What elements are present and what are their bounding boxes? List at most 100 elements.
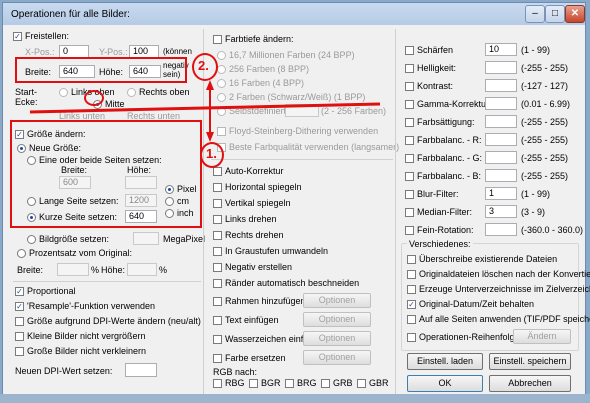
bildgroesse-radio[interactable] bbox=[27, 235, 36, 244]
autokorrektur-checkbox[interactable] bbox=[213, 167, 222, 176]
overwrite-checkbox[interactable] bbox=[407, 255, 416, 264]
depth-1-radio[interactable] bbox=[217, 93, 226, 102]
rotate-left-checkbox[interactable] bbox=[213, 215, 222, 224]
no-enlarge-checkbox[interactable] bbox=[15, 332, 24, 341]
negative-checkbox[interactable] bbox=[213, 263, 222, 272]
subdirs-checkbox[interactable] bbox=[407, 285, 416, 294]
rahmen-checkbox[interactable] bbox=[213, 297, 222, 306]
kontrast-input[interactable] bbox=[485, 79, 517, 92]
schaerfen-checkbox[interactable] bbox=[405, 46, 414, 55]
balance-g-checkbox[interactable] bbox=[405, 154, 414, 163]
proportional-checkbox[interactable]: ✓ bbox=[15, 287, 24, 296]
text-options-button[interactable]: Optionen bbox=[303, 312, 371, 327]
feinrotation-checkbox[interactable] bbox=[405, 226, 414, 235]
dpi-input[interactable] bbox=[125, 363, 157, 377]
helligkeit-checkbox[interactable] bbox=[405, 64, 414, 73]
freistellen-label: Freistellen: bbox=[25, 31, 70, 41]
text-label: Text einfügen bbox=[225, 315, 279, 325]
rgb-gbr-checkbox[interactable] bbox=[357, 379, 366, 388]
floyd-checkbox[interactable] bbox=[217, 127, 226, 136]
depth-24-radio[interactable] bbox=[217, 51, 226, 60]
depth-4-radio[interactable] bbox=[217, 79, 226, 88]
selbst-radio[interactable] bbox=[217, 107, 226, 116]
divider bbox=[211, 159, 393, 160]
farbe-options-button[interactable]: Optionen bbox=[303, 350, 371, 365]
median-input[interactable]: 3 bbox=[485, 205, 517, 218]
resample-checkbox[interactable]: ✓ bbox=[15, 302, 24, 311]
helligkeit-label: Helligkeit: bbox=[417, 63, 457, 73]
blur-checkbox[interactable] bbox=[405, 190, 414, 199]
window-title: Operationen für alle Bilder: bbox=[11, 9, 130, 20]
rotate-left-label: Links drehen bbox=[225, 214, 277, 224]
depth-1-label: 2 Farben (Schwarz/Weiß) (1 BPP) bbox=[229, 92, 366, 102]
farbtiefe-checkbox[interactable] bbox=[213, 35, 222, 44]
kontrast-range: (-127 - 127) bbox=[521, 81, 569, 91]
balance-b-input[interactable] bbox=[485, 169, 517, 182]
median-label: Median-Filter: bbox=[417, 207, 473, 217]
hflip-checkbox[interactable] bbox=[213, 183, 222, 192]
wasserzeichen-options-button[interactable]: Optionen bbox=[303, 331, 371, 346]
farbtiefe-label: Farbtiefe ändern: bbox=[225, 34, 294, 44]
grayscale-checkbox[interactable] bbox=[213, 247, 222, 256]
all-pages-checkbox[interactable] bbox=[407, 315, 416, 324]
balance-g-input[interactable] bbox=[485, 151, 517, 164]
gamma-input[interactable] bbox=[485, 97, 517, 110]
selbst-input[interactable] bbox=[285, 104, 319, 117]
no-shrink-checkbox[interactable] bbox=[15, 347, 24, 356]
prozentsatz-radio[interactable] bbox=[17, 249, 26, 258]
kontrast-checkbox[interactable] bbox=[405, 82, 414, 91]
balance-r-checkbox[interactable] bbox=[405, 136, 414, 145]
annotation-step2-label: 2. bbox=[198, 58, 209, 73]
text-checkbox[interactable] bbox=[213, 316, 222, 325]
dpi-resize-checkbox[interactable] bbox=[15, 317, 24, 326]
rgb-grb-checkbox[interactable] bbox=[321, 379, 330, 388]
gamma-checkbox[interactable] bbox=[405, 100, 414, 109]
rgb-bgr-label: BGR bbox=[261, 378, 281, 388]
minimize-icon[interactable]: – bbox=[525, 5, 545, 23]
rechts-oben-radio[interactable] bbox=[127, 88, 136, 97]
rahmen-options-button[interactable]: Optionen bbox=[303, 293, 371, 308]
vflip-checkbox[interactable] bbox=[213, 199, 222, 208]
megapixel-input[interactable] bbox=[133, 232, 159, 245]
kontrast-label: Kontrast: bbox=[417, 81, 454, 91]
depth-8-label: 256 Farben (8 BPP) bbox=[229, 64, 310, 74]
balance-r-input[interactable] bbox=[485, 133, 517, 146]
balance-b-checkbox[interactable] bbox=[405, 172, 414, 181]
reihenfolge-checkbox[interactable] bbox=[407, 333, 416, 342]
annotation-step1-label: 1. bbox=[206, 146, 217, 161]
freistellen-checkbox[interactable]: ✓ bbox=[13, 32, 22, 41]
rgb-brg-checkbox[interactable] bbox=[285, 379, 294, 388]
saettigung-input[interactable] bbox=[485, 115, 517, 128]
pct-hoehe-input[interactable] bbox=[127, 263, 157, 276]
saettigung-checkbox[interactable] bbox=[405, 118, 414, 127]
load-settings-button[interactable]: Einstell. laden bbox=[407, 353, 483, 370]
rgb-bgr-checkbox[interactable] bbox=[249, 379, 258, 388]
farbe-ersetzen-label: Farbe ersetzen bbox=[225, 353, 286, 363]
delete-originals-label: Originaldateien löschen nach der Konvert… bbox=[419, 269, 590, 279]
bildgroesse-label: Bildgröße setzen: bbox=[39, 234, 110, 244]
balance-r-range: (-255 - 255) bbox=[521, 135, 569, 145]
pct-breite-input[interactable] bbox=[57, 263, 89, 276]
ok-button[interactable]: OK bbox=[407, 375, 483, 392]
schaerfen-input[interactable]: 10 bbox=[485, 43, 517, 56]
blur-input[interactable]: 1 bbox=[485, 187, 517, 200]
median-checkbox[interactable] bbox=[405, 208, 414, 217]
delete-originals-checkbox[interactable] bbox=[407, 270, 416, 279]
wasserzeichen-label: Wasserzeichen einf. bbox=[225, 334, 306, 344]
keep-date-checkbox[interactable]: ✓ bbox=[407, 300, 416, 309]
rotate-right-checkbox[interactable] bbox=[213, 231, 222, 240]
gamma-range: (0.01 - 6.99) bbox=[521, 99, 571, 109]
helligkeit-input[interactable] bbox=[485, 61, 517, 74]
rgb-rbg-checkbox[interactable] bbox=[213, 379, 222, 388]
save-settings-button[interactable]: Einstell. speichern bbox=[489, 353, 571, 370]
aendern-button[interactable]: Ändern bbox=[513, 329, 571, 344]
feinrotation-input[interactable] bbox=[485, 223, 517, 236]
depth-8-radio[interactable] bbox=[217, 65, 226, 74]
wasserzeichen-checkbox[interactable] bbox=[213, 335, 222, 344]
close-icon[interactable]: ✕ bbox=[565, 5, 585, 23]
cancel-button[interactable]: Abbrechen bbox=[489, 375, 571, 392]
autocrop-checkbox[interactable] bbox=[213, 279, 222, 288]
farbe-ersetzen-checkbox[interactable] bbox=[213, 354, 222, 363]
links-oben-radio[interactable] bbox=[59, 88, 68, 97]
maximize-icon[interactable]: □ bbox=[545, 5, 565, 23]
